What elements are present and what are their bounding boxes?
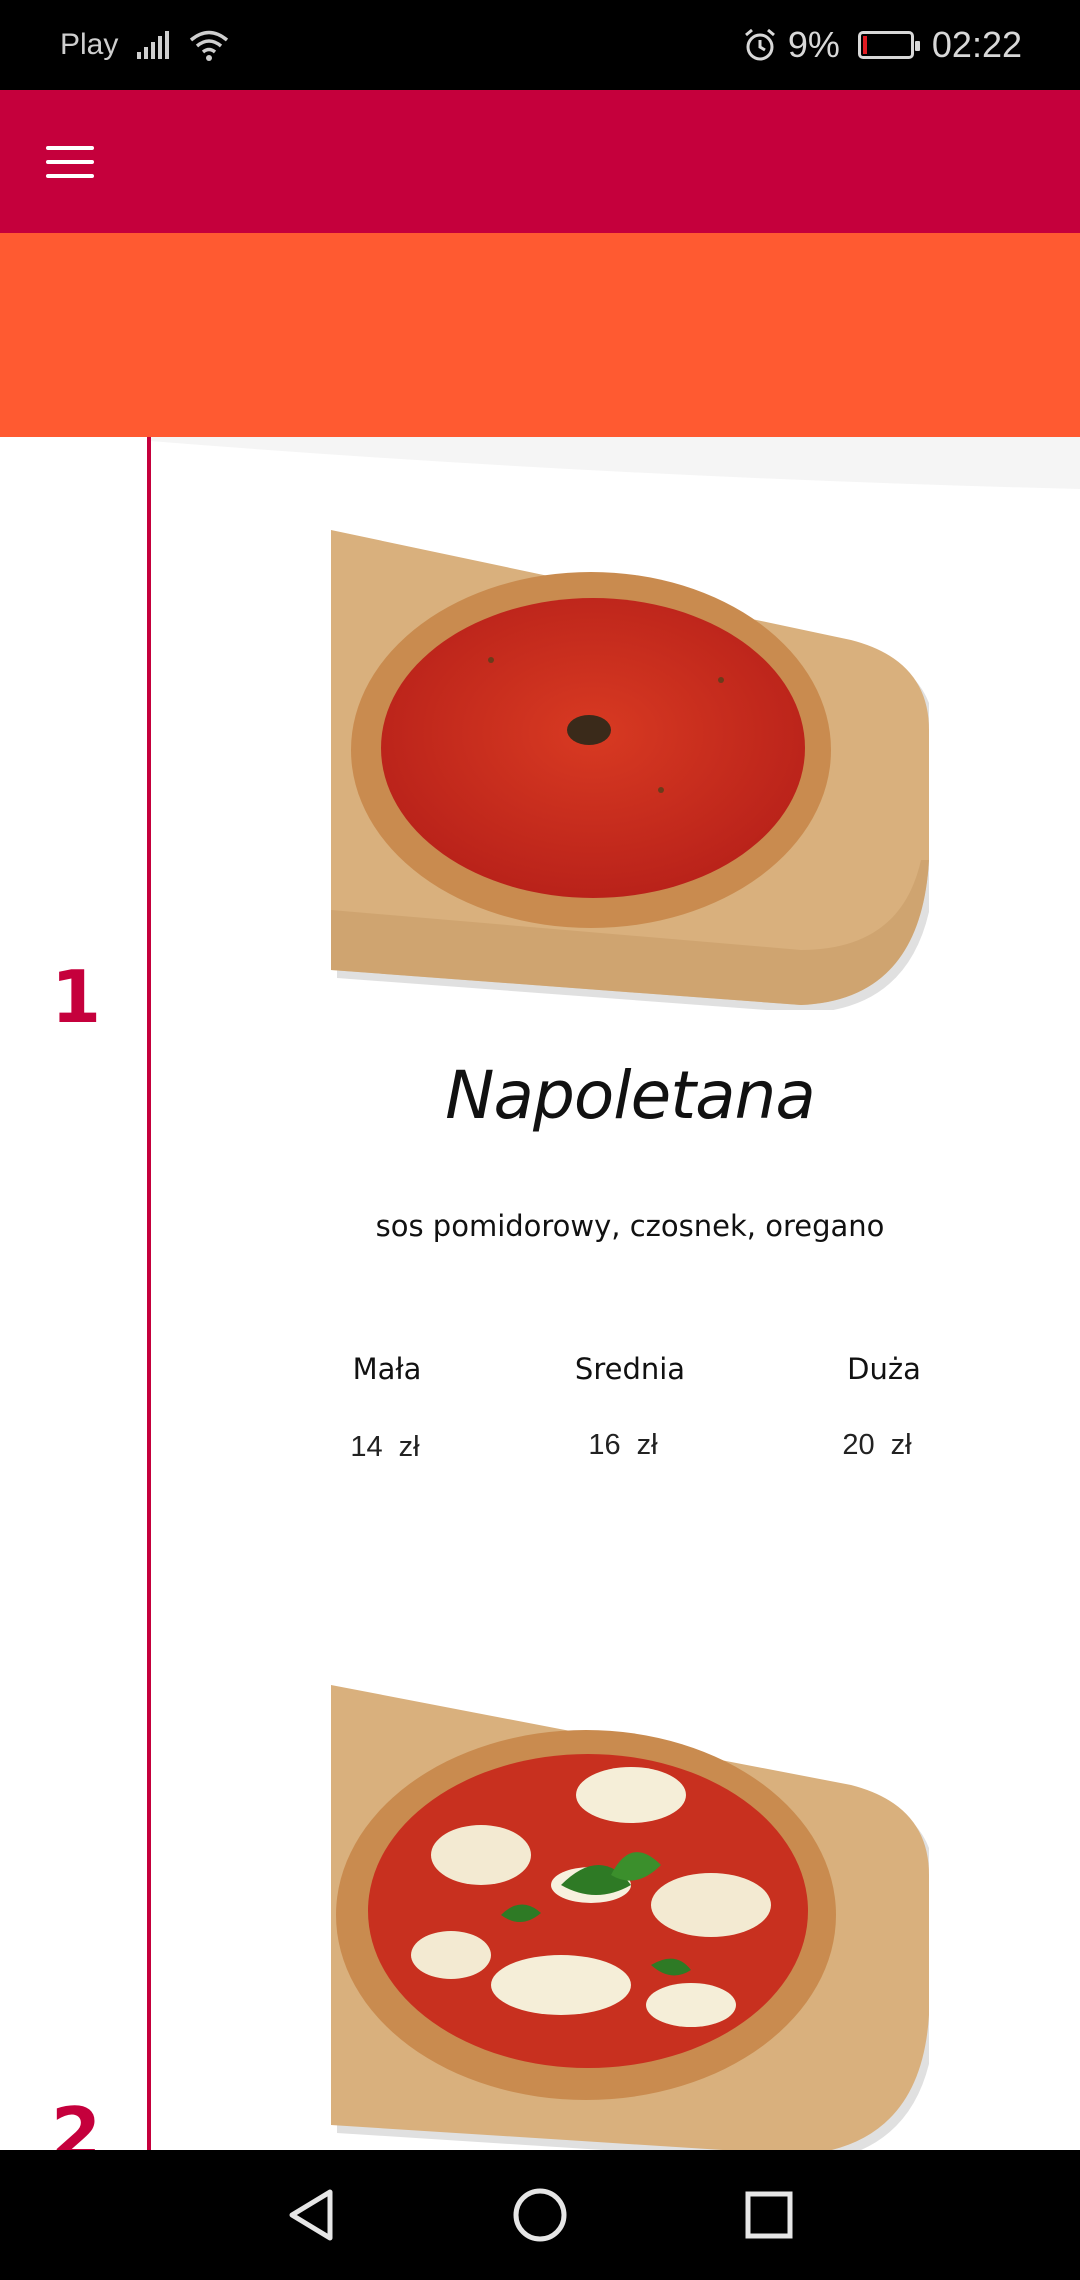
- item-number: 1: [50, 955, 102, 1039]
- price-value: 14: [350, 1431, 383, 1463]
- battery-percent: 9%: [787, 24, 840, 65]
- pizza-image-margherita: [331, 1685, 929, 2150]
- alarm-icon: [744, 28, 775, 61]
- price-medium: 16 zł: [543, 1429, 703, 1462]
- size-label-small: Mała: [352, 1352, 422, 1386]
- header-banner: [0, 233, 1080, 437]
- price-currency: zł: [636, 1429, 658, 1461]
- system-nav-bar: [0, 2150, 1080, 2280]
- app-header: [0, 90, 1080, 233]
- recents-square-icon[interactable]: [709, 2150, 829, 2280]
- timeline-line: [147, 437, 151, 2150]
- status-left: Play: [60, 0, 230, 90]
- size-label-large: Duża: [847, 1352, 921, 1386]
- carrier-name: Play: [60, 28, 119, 61]
- price-currency: zł: [398, 1431, 420, 1463]
- size-label-medium: Srednia: [574, 1352, 686, 1386]
- price-large: 20 zł: [797, 1429, 957, 1462]
- back-triangle-icon[interactable]: [250, 2150, 370, 2280]
- clock: 02:22: [931, 24, 1022, 65]
- price-value: 20: [842, 1429, 875, 1461]
- price-small: 14 zł: [305, 1431, 465, 1464]
- hamburger-icon[interactable]: [46, 142, 96, 182]
- pizza-name: Napoletana: [445, 1057, 816, 1134]
- item-number: 2: [50, 2092, 102, 2150]
- pizza-image-napoletana: [331, 530, 929, 1010]
- status-right: 9% 02:22: [742, 0, 1022, 90]
- price-value: 16: [588, 1429, 621, 1461]
- menu-list[interactable]: 1 Napoletana sos pomidorowy, czosnek, or…: [0, 437, 1080, 2150]
- home-circle-icon[interactable]: [480, 2150, 600, 2280]
- signal-icon: [137, 31, 170, 59]
- price-currency: zł: [890, 1429, 912, 1461]
- battery-icon: [857, 31, 920, 59]
- battery-level: [862, 36, 867, 54]
- pizza-description: sos pomidorowy, czosnek, oregano: [375, 1209, 885, 1243]
- decorative-curve: [150, 437, 1080, 489]
- wifi-icon: [190, 30, 229, 61]
- status-bar: Play 9% 02:22: [0, 0, 1080, 90]
